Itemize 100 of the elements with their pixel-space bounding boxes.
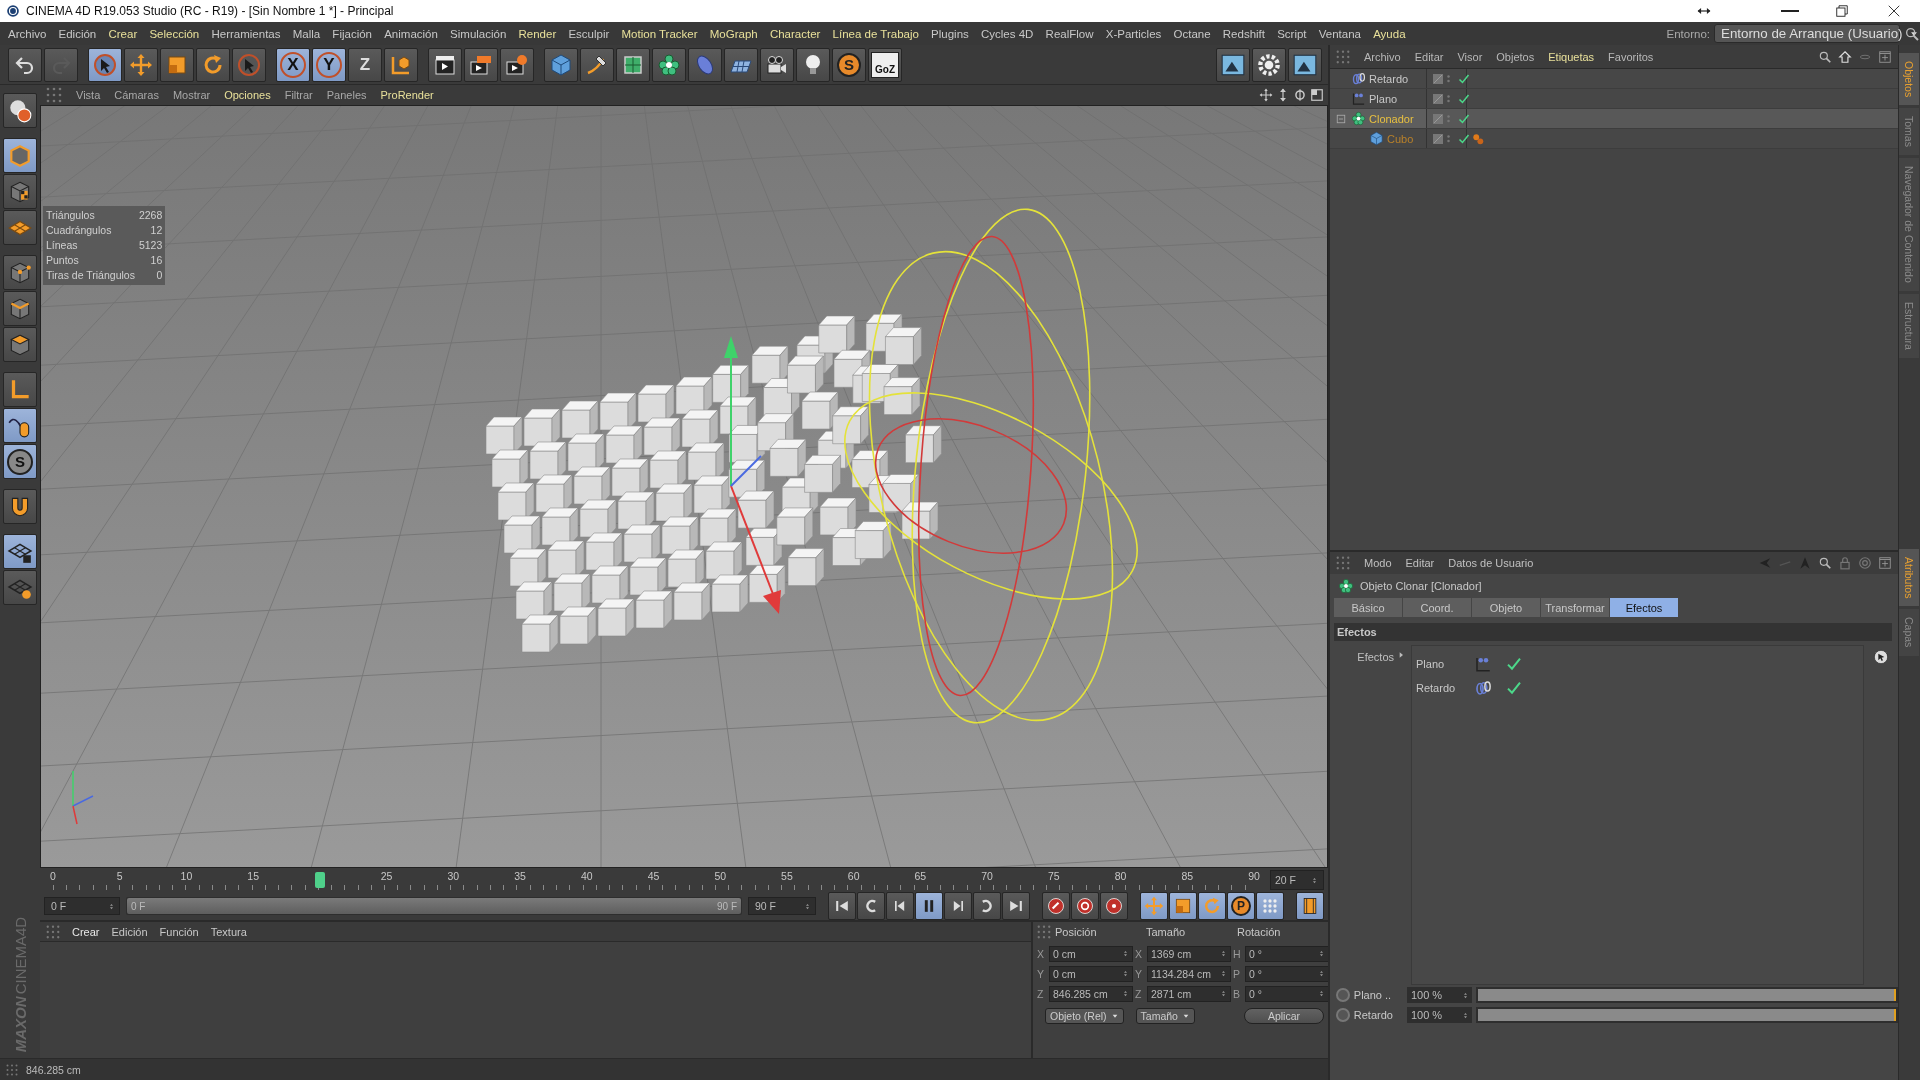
first-button[interactable]	[828, 892, 856, 920]
object-row[interactable]: Retardo	[1330, 69, 1898, 89]
menu-item[interactable]: Malla	[292, 27, 321, 40]
menu-item[interactable]: Animación	[384, 27, 438, 40]
points-button[interactable]	[3, 255, 37, 290]
menu-item[interactable]: Fijación	[332, 27, 372, 40]
attribute-menu-item[interactable]: Modo	[1364, 557, 1392, 569]
key-move-button[interactable]	[1140, 892, 1168, 920]
axis-button[interactable]: Z	[348, 47, 382, 82]
view-menu-item[interactable]: Paneles	[326, 89, 367, 101]
menu-item[interactable]: Edición	[58, 27, 97, 40]
size-field[interactable]: 1134.284 cm	[1147, 965, 1231, 982]
attribute-tab[interactable]: Efectos	[1610, 598, 1678, 617]
next-frame-button[interactable]	[944, 892, 972, 920]
object-menu-item[interactable]: Visor	[1457, 50, 1483, 63]
select-button[interactable]	[88, 47, 122, 82]
key-rotate-button[interactable]	[1198, 892, 1226, 920]
view-menu-item[interactable]: Filtrar	[284, 89, 313, 101]
view-panel-button[interactable]	[1310, 88, 1324, 102]
position-field[interactable]: 846.285 cm	[1049, 985, 1133, 1002]
polygons-button[interactable]	[3, 327, 37, 362]
camera-button[interactable]	[760, 47, 794, 82]
world-button[interactable]	[384, 47, 418, 82]
menu-item[interactable]: Simulación	[450, 27, 507, 40]
grid-snap-button[interactable]	[3, 570, 37, 605]
object-row[interactable]: Clonador	[1330, 109, 1898, 129]
start-frame-field[interactable]: 0 F	[44, 897, 120, 915]
layout-button[interactable]	[1288, 47, 1322, 82]
size-mode-dropdown[interactable]: Tamaño	[1135, 1008, 1195, 1024]
axis-button[interactable]: X	[276, 47, 310, 82]
search-button[interactable]	[1818, 556, 1832, 570]
enabled-toggle[interactable]	[1506, 680, 1522, 696]
next-key-button[interactable]	[973, 892, 1001, 920]
strength-field[interactable]: 100 %	[1406, 1007, 1472, 1023]
pen-button[interactable]	[580, 47, 614, 82]
search-button[interactable]	[1818, 49, 1832, 64]
view-move-button[interactable]	[1259, 88, 1273, 102]
workplane-button[interactable]	[3, 210, 37, 245]
make-editable-button[interactable]	[3, 93, 37, 128]
enabled-toggle[interactable]	[1458, 112, 1470, 125]
apply-button[interactable]: Aplicar	[1244, 1008, 1324, 1024]
attribute-tab[interactable]: Coord.	[1403, 598, 1471, 617]
autokey-button[interactable]	[1071, 892, 1099, 920]
move-button[interactable]	[124, 47, 158, 82]
key-points-button[interactable]	[1256, 892, 1284, 920]
key-scale-button[interactable]	[1169, 892, 1197, 920]
enabled-toggle[interactable]	[1506, 656, 1522, 672]
subdivide-button[interactable]	[616, 47, 650, 82]
scale-button[interactable]	[160, 47, 194, 82]
sculpt-button[interactable]: S	[832, 47, 866, 82]
tweak-button[interactable]	[3, 408, 37, 443]
view-menu-item[interactable]: Cámaras	[114, 89, 159, 101]
render-button[interactable]	[464, 47, 498, 82]
pause-button[interactable]	[915, 892, 943, 920]
view-menu-item[interactable]: ProRender	[380, 89, 434, 101]
collapse-button[interactable]	[1336, 113, 1346, 124]
lock-button[interactable]	[1838, 556, 1852, 570]
object-row[interactable]: Plano	[1330, 89, 1898, 109]
rotation-field[interactable]: 0 °	[1245, 985, 1328, 1002]
enabled-toggle[interactable]	[1458, 92, 1470, 105]
prev-frame-button[interactable]	[886, 892, 914, 920]
menu-item[interactable]: Esculpir	[568, 27, 610, 40]
menu-item[interactable]: MoGraph	[709, 27, 758, 40]
menu-item[interactable]: Plugins	[931, 27, 969, 40]
object-tag[interactable]	[1471, 131, 1485, 146]
effector-list[interactable]: Plano Retardo	[1411, 645, 1864, 985]
object-menu-item[interactable]: Objetos	[1496, 50, 1535, 63]
view-menu-item[interactable]: Vista	[76, 89, 101, 101]
size-field[interactable]: 2871 cm	[1147, 985, 1231, 1002]
menu-item[interactable]: Script	[1277, 27, 1307, 40]
goz-button[interactable]: GoZ	[868, 47, 902, 82]
rotate-button[interactable]	[196, 47, 230, 82]
snap-button[interactable]	[3, 489, 37, 524]
axis-button[interactable]: Y	[312, 47, 346, 82]
playhead[interactable]	[314, 872, 325, 888]
menu-item[interactable]: Motion Tracker	[621, 27, 698, 40]
current-frame-field[interactable]: 20 F	[1270, 870, 1324, 890]
cube-button[interactable]	[544, 47, 578, 82]
menu-item[interactable]: Octane	[1173, 27, 1211, 40]
attribute-menu-item[interactable]: Datos de Usuario	[1448, 557, 1534, 569]
menu-item[interactable]: Render	[518, 27, 557, 40]
attribute-tab[interactable]: Objeto	[1472, 598, 1540, 617]
menu-item[interactable]: Ventana	[1318, 27, 1361, 40]
render-view-button[interactable]	[428, 47, 462, 82]
texture-button[interactable]	[3, 174, 37, 209]
enabled-toggle[interactable]	[1458, 72, 1470, 85]
animate-toggle[interactable]	[1336, 988, 1350, 1002]
position-field[interactable]: 0 cm	[1049, 965, 1133, 982]
edges-button[interactable]	[3, 291, 37, 326]
last-button[interactable]	[1002, 892, 1030, 920]
undo-button[interactable]	[8, 47, 42, 82]
size-field[interactable]: 1369 cm	[1147, 945, 1231, 962]
rotation-field[interactable]: 0 °	[1245, 965, 1328, 982]
position-field[interactable]: 0 cm	[1049, 945, 1133, 962]
object-menu-item[interactable]: Archivo	[1364, 50, 1401, 63]
animate-toggle[interactable]	[1336, 1008, 1350, 1022]
attribute-tab[interactable]: Básico	[1334, 598, 1402, 617]
axis-mode-button[interactable]	[3, 372, 37, 407]
material-menu-item[interactable]: Crear	[72, 925, 100, 938]
home-button[interactable]	[1838, 49, 1852, 64]
